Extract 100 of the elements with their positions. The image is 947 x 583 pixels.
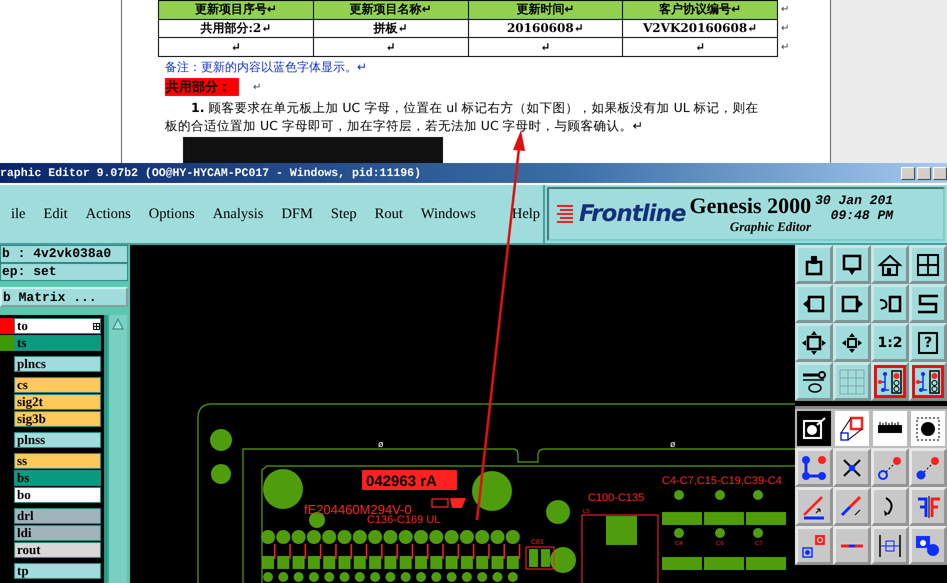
layer-item[interactable]: ss — [14, 453, 101, 469]
scroll-up-icon[interactable] — [112, 318, 124, 330]
dashed-pad-icon — [914, 414, 942, 442]
table-cell: ↵ — [158, 38, 314, 56]
row-end-mark: ↵ — [781, 22, 790, 36]
table-cell: ↵ — [468, 38, 623, 56]
menu-item[interactable]: Options — [138, 206, 202, 222]
pad-column — [460, 530, 474, 582]
requirement-paragraph: 1. 顾客要求在单元板上加 UC 字母，位置在 ul 标记右方（如下图），如果板没有加 UL 标记，则在板的合适位置加 UC 字母即可，加在字符层，若无法加 UC 字母时，与顾客确认。↵ — [165, 99, 760, 135]
menu-item[interactable]: DFM — [270, 206, 320, 222]
column-header: 更新项目名称↵ — [313, 0, 468, 20]
tool-button[interactable] — [795, 323, 833, 362]
table-cell: 20160608↵ — [468, 19, 623, 38]
layer-item[interactable]: plnss — [14, 432, 101, 448]
row-end-mark: ↵ — [781, 41, 790, 55]
window-title: raphic Editor 9.07b2 (OO@HY-HYCAM-PC017 - Windows, pid:11196) — [0, 166, 421, 180]
pad-column — [352, 530, 368, 582]
section-heading: 共用部分： — [165, 78, 239, 96]
silkscreen-label: C100-C135 — [588, 492, 644, 504]
label-plate: 042963 rA — [362, 470, 457, 490]
tool-button[interactable] — [909, 409, 947, 448]
silkscreen-label: ø — [670, 439, 676, 449]
tool-button[interactable] — [795, 245, 833, 284]
connected-nodes-icon — [800, 454, 828, 482]
silkscreen-label: ø — [378, 439, 384, 449]
layer-item[interactable]: ldi — [14, 525, 101, 541]
column-header: 更新项目序号↵ — [158, 0, 314, 20]
circuit-icon — [876, 368, 904, 396]
menu-item[interactable]: Edit — [32, 206, 75, 222]
layer-item[interactable]: drl — [14, 508, 101, 524]
tool-button[interactable] — [871, 284, 909, 323]
column-header: 客户协议编号↵ — [622, 0, 778, 20]
tool-button[interactable] — [833, 284, 871, 323]
minimize-button[interactable] — [901, 166, 915, 180]
matrix-button[interactable]: b Matrix ... — [0, 287, 128, 307]
pad-column — [261, 530, 276, 582]
layer-item[interactable]: to — [14, 318, 101, 334]
menu-item[interactable]: Step — [320, 206, 364, 222]
product-name: Genesis 2000 — [689, 193, 812, 219]
pad-column — [490, 530, 505, 582]
ul-mark-drawing — [431, 498, 466, 508]
tool-button[interactable] — [833, 245, 871, 284]
tool-button[interactable] — [871, 245, 909, 284]
pad-column — [338, 530, 352, 582]
scale-button[interactable]: 1:2 — [871, 323, 909, 362]
menu-item[interactable]: Analysis — [202, 206, 270, 222]
table-cell: ↵ — [622, 38, 778, 56]
table-cell: 拼板↵ — [313, 19, 468, 38]
table-cell: ↵ — [313, 38, 468, 56]
table-cell: V2VK20160608↵ — [622, 19, 778, 38]
grid-icon — [838, 368, 866, 396]
row-end-mark: ↵ — [781, 3, 790, 17]
layer-item[interactable]: sig2t — [14, 394, 101, 410]
layer-item[interactable]: sig3b — [14, 411, 101, 427]
menu-item[interactable]: ile — [0, 206, 32, 222]
layer-item[interactable]: bo — [14, 487, 101, 503]
job-field: b : 4v2vk038a0 — [0, 245, 128, 263]
expand-box-icon — [93, 322, 100, 330]
expand-icon — [800, 328, 828, 356]
tool-button[interactable] — [871, 362, 909, 401]
product-subtitle: Graphic Editor — [730, 219, 812, 235]
silkscreen-label: C136-C169 UL — [367, 514, 440, 526]
table-cell: 共用部分:2↵ — [158, 19, 314, 38]
pad-column — [398, 530, 414, 582]
menu-item[interactable]: Rout — [364, 206, 410, 222]
circuit-icon — [914, 368, 942, 396]
layer-item[interactable]: rout — [14, 542, 101, 558]
maximize-button[interactable] — [917, 166, 931, 180]
layer-item[interactable]: cs — [14, 377, 101, 393]
tool-button[interactable] — [909, 362, 947, 401]
line-midpoint-icon — [840, 542, 864, 548]
via-pad — [546, 500, 570, 524]
menu-item[interactable]: Windows — [410, 206, 483, 222]
layer-item[interactable]: bs — [14, 470, 101, 486]
time-text: 09:48 PM — [830, 208, 894, 223]
pad-column — [322, 530, 337, 582]
scrollbar[interactable] — [107, 315, 127, 583]
layer-item[interactable]: ts — [14, 335, 101, 351]
note-text: 备注：更新的内容以蓝色字体显示。↵ — [165, 59, 368, 76]
mounting-hole — [472, 471, 512, 511]
tool-button[interactable] — [909, 245, 947, 284]
menu-item[interactable]: Actions — [74, 206, 138, 222]
help-button[interactable]: ? — [909, 323, 947, 362]
brand-logo: Frontline — [579, 201, 686, 227]
close-button[interactable] — [933, 166, 947, 180]
column-header: 更新时间↵ — [468, 0, 623, 20]
pad-column — [429, 530, 444, 582]
pad-column — [276, 530, 291, 582]
tool-button[interactable] — [909, 284, 947, 323]
tool-button[interactable] — [795, 284, 833, 323]
tool-button[interactable] — [833, 323, 871, 362]
date-text: 30 Jan 201 — [815, 193, 894, 208]
layer-item[interactable]: plncs — [14, 356, 101, 372]
tool-button[interactable] — [833, 409, 871, 448]
mounting-hole — [263, 469, 303, 509]
tool-button[interactable] — [795, 362, 833, 401]
tool-button[interactable] — [795, 409, 833, 448]
inductor-pad — [606, 516, 637, 545]
tool-button[interactable] — [871, 409, 909, 448]
layer-item[interactable]: tp — [14, 563, 101, 579]
